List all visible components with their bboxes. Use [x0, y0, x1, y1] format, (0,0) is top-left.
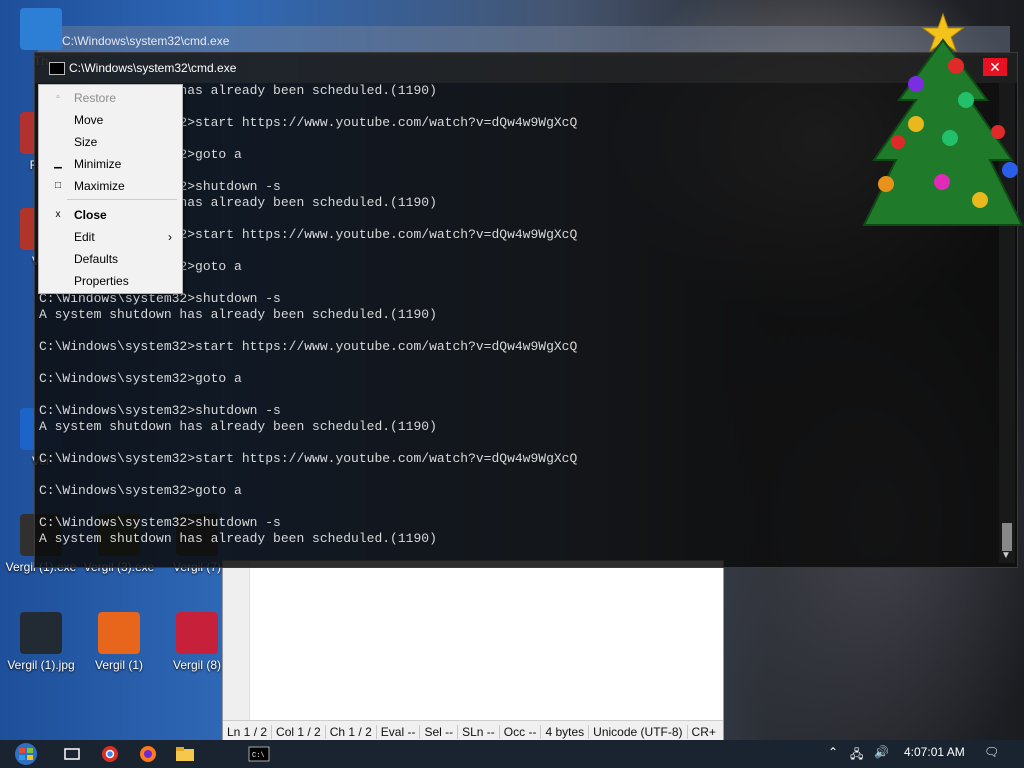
menu-item-label: Edit — [74, 230, 95, 244]
volume-icon[interactable]: 🔊 — [874, 745, 889, 759]
show-hidden-icons-icon[interactable]: ⌃ — [828, 745, 838, 759]
christmas-tree-decoration — [862, 12, 1024, 226]
menu-item-label: Size — [74, 135, 98, 149]
desktop-file-icon — [20, 612, 62, 654]
menu-item-minimize[interactable]: ▁ Minimize — [39, 153, 182, 175]
menu-item-defaults[interactable]: Defaults — [39, 248, 182, 270]
clock[interactable]: 4:07:01 AM — [904, 745, 965, 759]
menu-item-restore[interactable]: ▫ Restore — [39, 87, 182, 109]
background-window-title: C:\Windows\system32\cmd.exe — [62, 34, 230, 48]
status-eol[interactable]: CR+ — [688, 725, 720, 739]
menu-item-move[interactable]: Move — [39, 109, 182, 131]
cmd-taskbar-icon[interactable]: C:\ — [248, 744, 270, 764]
network-icon[interactable]: 🖧 — [850, 745, 863, 766]
status-bytes: 4 bytes — [541, 725, 590, 739]
menu-item-maximize[interactable]: □ Maximize — [39, 175, 182, 197]
chrome-icon[interactable] — [100, 744, 120, 764]
desktop-icon[interactable]: Vergil (1).jpg — [4, 612, 78, 672]
menu-item-properties[interactable]: Properties — [39, 270, 182, 292]
menu-item-label: Maximize — [74, 179, 125, 193]
menu-item-glyph-icon: x — [55, 209, 61, 220]
menu-item-label: Close — [74, 208, 107, 222]
status-ln: Ln 1 / 2 — [223, 725, 273, 739]
status-col: Col 1 / 2 — [272, 725, 326, 739]
cmd-app-icon[interactable] — [49, 62, 65, 75]
console-line: A system shutdown has already been sched… — [39, 419, 437, 434]
file-explorer-icon[interactable] — [174, 744, 196, 764]
status-sel: Sel -- — [420, 725, 459, 739]
console-line: C:\Windows\system32>start https://www.yo… — [39, 451, 578, 466]
svg-text:C:\: C:\ — [252, 752, 265, 760]
status-eval: Eval -- — [377, 725, 421, 739]
start-button-icon[interactable] — [8, 742, 44, 766]
console-line: C:\Windows\system32>shutdown -s — [39, 515, 281, 530]
status-encoding[interactable]: Unicode (UTF-8) — [589, 725, 688, 739]
desktop-icon-label: Vergil (1).jpg — [7, 658, 75, 672]
status-ch: Ch 1 / 2 — [326, 725, 377, 739]
menu-separator — [67, 199, 177, 200]
submenu-arrow-icon: › — [168, 230, 172, 244]
menu-item-glyph-icon: ▁ — [54, 158, 62, 169]
desktop-icon-label: Vergil (1) — [94, 658, 144, 672]
desktop-file-icon — [20, 8, 62, 50]
menu-item-close[interactable]: x Close — [39, 204, 182, 226]
status-occ: Occ -- — [500, 725, 542, 739]
line-gutter — [223, 561, 250, 721]
menu-item-glyph-icon: □ — [54, 180, 62, 191]
taskbar: C:\ ⌃ 🖧 🔊 4:07:01 AM 🗨 — [0, 740, 1024, 768]
menu-item-label: Restore — [74, 91, 117, 105]
scroll-down-icon[interactable]: ▼ — [1001, 550, 1011, 561]
notepad-window[interactable]: Ln 1 / 2 Col 1 / 2 Ch 1 / 2 Eval -- Sel … — [222, 560, 724, 744]
console-line: C:\Windows\system32>start https://www.yo… — [39, 339, 578, 354]
console-line: C:\Windows\system32>shutdown -s — [39, 403, 281, 418]
menu-item-label: Properties — [74, 274, 129, 288]
console-line: C:\Windows\system32>goto a — [39, 371, 242, 386]
console-line: C:\Windows\system32>goto a — [39, 483, 242, 498]
desktop-icon[interactable]: Vergil (1) — [82, 612, 156, 672]
menu-item-size[interactable]: Size — [39, 131, 182, 153]
system-context-menu[interactable]: ▫ Restore Move Size ▁ Minimize □ Maximize x Close… — [38, 84, 183, 294]
desktop-file-icon — [176, 612, 218, 654]
cmd-window-title: C:\Windows\system32\cmd.exe — [69, 61, 237, 75]
menu-item-edit[interactable]: Edit › — [39, 226, 182, 248]
status-sln: SLn -- — [458, 725, 500, 739]
firefox-icon[interactable] — [138, 744, 158, 764]
console-line: A system shutdown has already been sched… — [39, 531, 437, 546]
menu-item-glyph-icon: ▫ — [56, 92, 60, 103]
menu-item-label: Minimize — [74, 157, 122, 171]
scrollbar-thumb[interactable] — [1002, 523, 1012, 551]
desktop-file-icon — [98, 612, 140, 654]
notification-icon[interactable]: 🗨 — [984, 745, 999, 759]
menu-item-label: Defaults — [74, 252, 119, 266]
console-line: A system shutdown has already been sched… — [39, 307, 437, 322]
menu-item-label: Move — [74, 113, 104, 127]
task-view-icon[interactable] — [62, 744, 82, 764]
